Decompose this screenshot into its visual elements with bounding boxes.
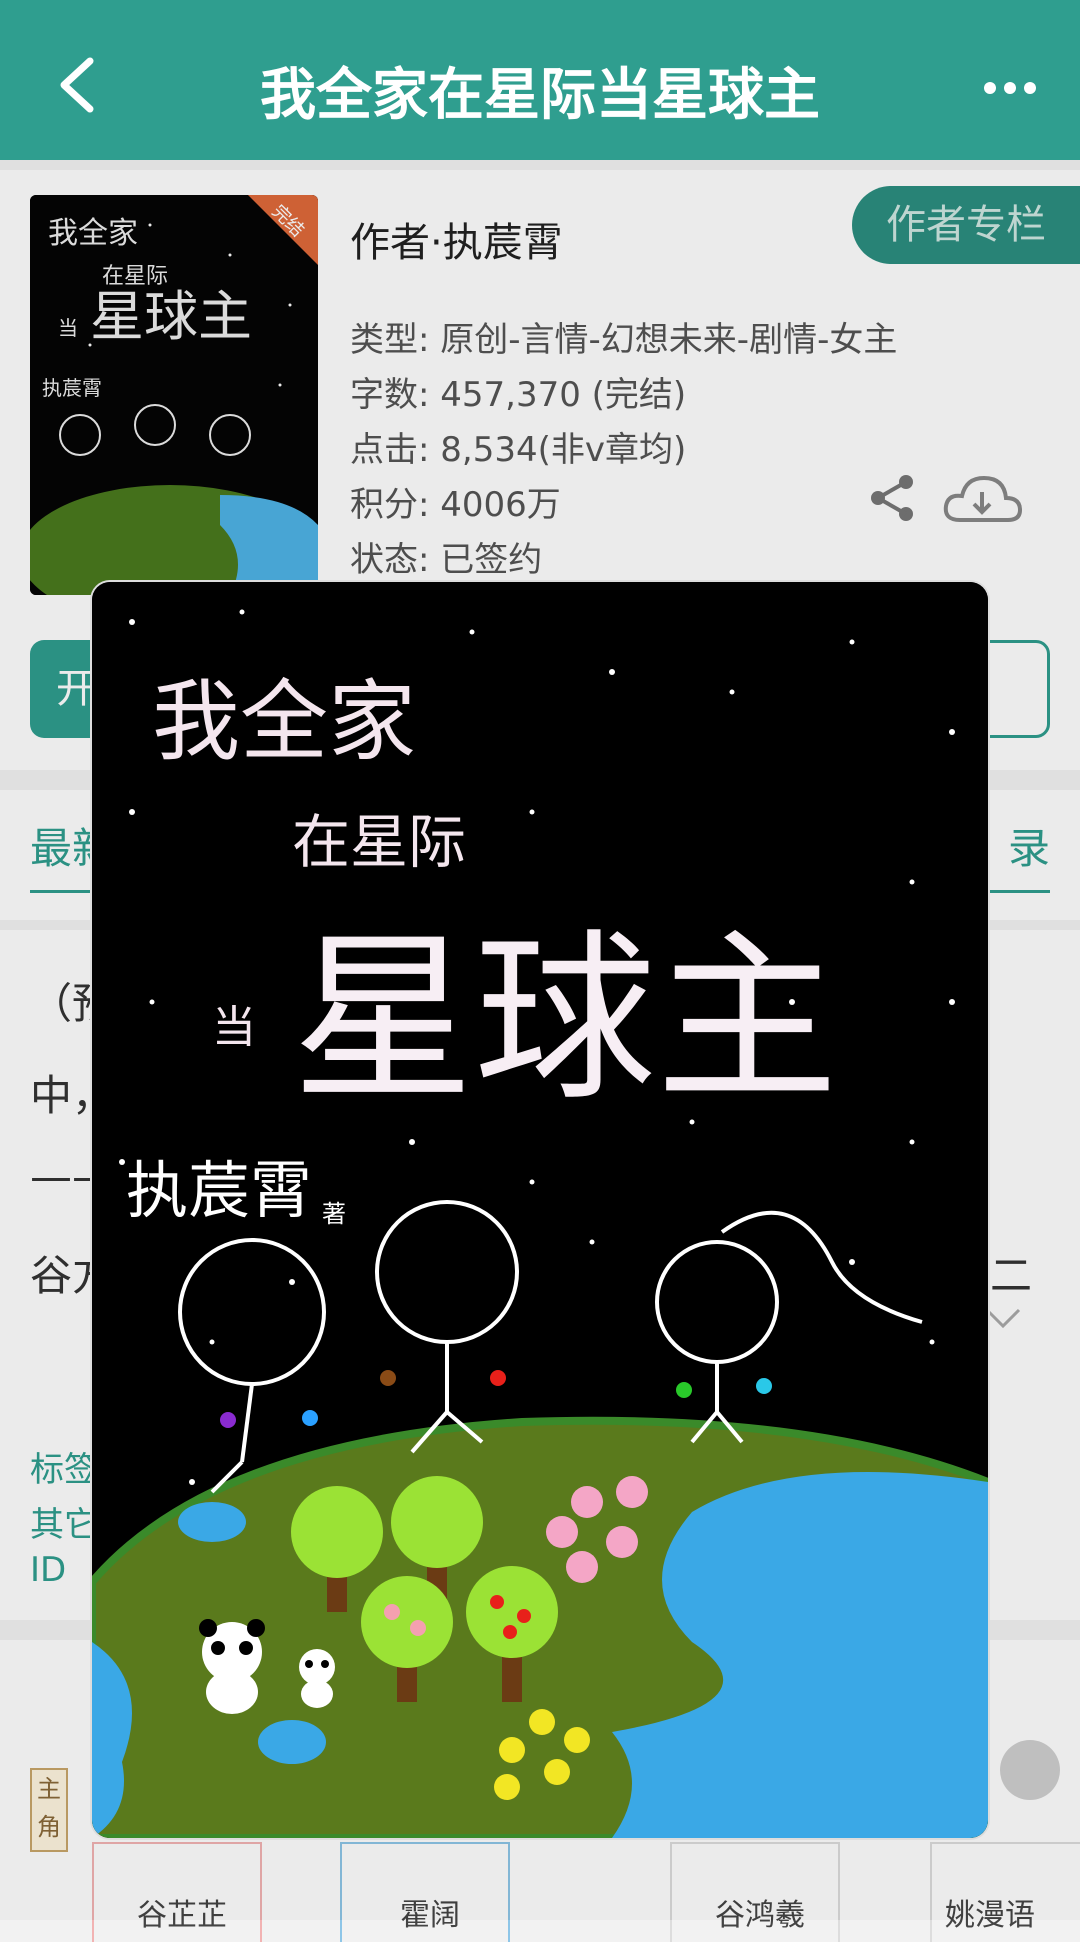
cover-author-suffix: 著 xyxy=(322,1200,346,1228)
cover-title-line1: 我全家 xyxy=(152,670,416,773)
cover-preview[interactable]: 我全家 在星际 当 星球主 执莀霄 著 xyxy=(92,582,988,1838)
cover-author: 执莀霄 xyxy=(126,1154,312,1227)
cover-title-prefix: 当 xyxy=(212,1002,256,1053)
cover-title-big: 星球主 xyxy=(292,913,838,1125)
more-options-icon[interactable] xyxy=(980,68,1040,108)
cover-title-line2: 在星际 xyxy=(292,808,466,876)
page-title: 我全家在星际当星球主 xyxy=(260,63,820,128)
top-app-bar: 我全家在星际当星球主 xyxy=(0,0,1080,160)
cover-art: 我全家 在星际 当 星球主 执莀霄 著 xyxy=(92,582,988,1838)
